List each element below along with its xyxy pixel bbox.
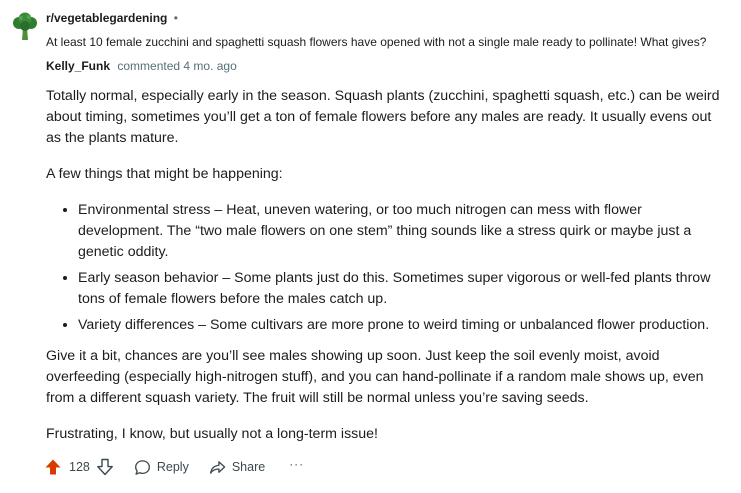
- vote-group: 128: [44, 458, 114, 476]
- upvote-arrow-icon[interactable]: [44, 458, 62, 476]
- subreddit-link[interactable]: r/vegetablegardening: [46, 11, 167, 25]
- subreddit-line: r/vegetablegardening •: [46, 10, 178, 26]
- comment-bullet-list: Environmental stress – Heat, uneven wate…: [46, 200, 726, 336]
- list-item: Variety differences – Some cultivars are…: [78, 315, 726, 336]
- vote-score: 128: [69, 460, 90, 474]
- comment-action-bar: 128 Reply Share ···: [44, 455, 304, 479]
- author-link[interactable]: Kelly_Funk: [46, 59, 110, 73]
- comment-timestamp: commented 4 mo. ago: [117, 59, 237, 73]
- share-label: Share: [231, 460, 266, 474]
- list-item: Environmental stress – Heat, uneven wate…: [78, 200, 726, 263]
- list-item: Early season behavior – Some plants just…: [78, 268, 726, 310]
- comment-paragraph: Totally normal, especially early in the …: [46, 88, 720, 146]
- speech-bubble-icon: [134, 459, 150, 475]
- reply-label: Reply: [156, 460, 189, 474]
- post-title-link[interactable]: At least 10 female zucchini and spaghett…: [46, 34, 706, 50]
- downvote-arrow-icon[interactable]: [96, 458, 114, 476]
- comment-body: Totally normal, especially early in the …: [46, 86, 726, 460]
- comment-paragraph: A few things that might be happening:: [46, 166, 283, 182]
- broccoli-icon[interactable]: [12, 12, 38, 42]
- share-button[interactable]: Share: [209, 459, 265, 476]
- share-arrow-icon: [209, 460, 226, 474]
- comment-paragraph: Frustrating, I know, but usually not a l…: [46, 426, 378, 442]
- more-options-button[interactable]: ···: [289, 457, 304, 471]
- comment-header: r/vegetablegardening • At least 10 femal…: [12, 8, 732, 78]
- separator-dot: •: [173, 11, 178, 25]
- comment-paragraph: Give it a bit, chances are you’ll see ma…: [46, 348, 704, 406]
- reply-button[interactable]: Reply: [134, 459, 189, 476]
- comment-meta: Kelly_Funk commented 4 mo. ago: [46, 58, 237, 74]
